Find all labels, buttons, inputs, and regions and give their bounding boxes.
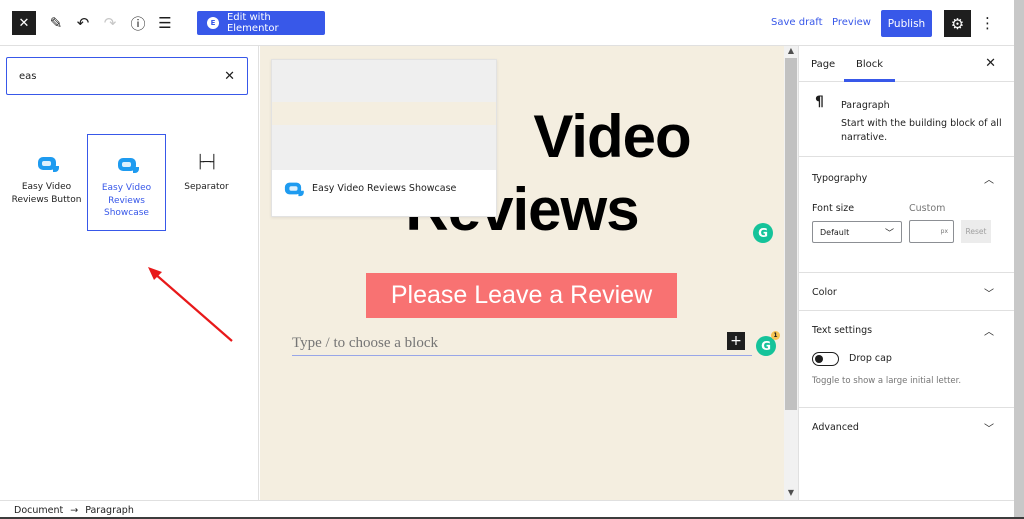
color-panel[interactable]: Color ﹀ [799,273,1014,311]
leave-review-button[interactable]: Please Leave a Review [366,273,677,318]
arrow-right-icon: → [70,504,79,516]
chevron-down-icon[interactable]: ﹀ [984,285,994,300]
video-camera-icon [117,157,139,173]
list-view-icon: ☰ [158,14,172,32]
chevron-down-icon: ﹀ [884,228,894,239]
typography-panel: Typography ︿ Font size Custom Default ﹀ … [799,157,1014,273]
grammarly-icon[interactable]: G [753,223,773,243]
chevron-up-icon[interactable]: ︿ [984,323,994,338]
canvas-scrollbar[interactable]: ▲ ▼ [784,46,798,500]
editor-header: ✕ ✎ ↶ ↷ ⓘ ☰ E Edit with Elementor Save d… [0,0,1024,46]
settings-button[interactable]: ⚙ [944,10,971,37]
typography-toggle[interactable]: Typography [812,173,867,184]
block-card: ¶ Paragraph Start with the building bloc… [799,82,1014,157]
publish-button[interactable]: Publish [881,10,932,37]
block-label: Separator [184,182,229,192]
edit-pencil-icon: ✎ [49,14,63,32]
close-sidebar-icon[interactable]: ✕ [985,56,996,71]
video-camera-icon [37,156,59,172]
reset-font-size-button[interactable]: Reset [961,220,991,243]
block-name: Paragraph [841,100,890,111]
font-size-label: Font size [812,203,855,214]
gear-icon: ⚙ [950,14,965,33]
red-arrow-annotation [148,267,233,342]
scrollbar-thumb[interactable] [785,58,797,410]
block-search: ✕ [6,57,248,95]
plus-icon: + [730,333,742,349]
more-vertical-icon: ⋮ [980,14,995,32]
text-settings-panel: Text settings ︿ Drop cap Toggle to show … [799,311,1014,408]
save-draft-button[interactable]: Save draft [771,17,823,28]
edit-with-elementor-button[interactable]: E Edit with Elementor [197,11,325,35]
elementor-label: Edit with Elementor [226,12,279,34]
add-block-button[interactable]: + [727,332,745,350]
block-search-input[interactable] [19,70,225,82]
breadcrumb-paragraph[interactable]: Paragraph [85,505,134,516]
text-settings-toggle[interactable]: Text settings [812,325,872,336]
grammarly-badge: 1 [771,331,780,340]
paragraph-block-placeholder[interactable]: Type / to choose a block [292,331,752,356]
options-button[interactable]: ⋮ [980,13,995,33]
editor-canvas: Video Reviews G Please Leave a Review Ty… [260,46,784,500]
custom-font-size-input[interactable]: px [909,220,954,243]
drop-cap-label: Drop cap [849,353,892,364]
separator-icon: ├─┤ [196,154,218,170]
redo-icon: ↷ [103,14,117,32]
tools-button[interactable]: ✎ [46,13,66,33]
block-separator[interactable]: ├─┤ Separator [167,134,246,231]
chevron-up-icon[interactable]: ︿ [984,171,994,186]
block-label: Easy Video Reviews Showcase [101,183,152,218]
close-inserter-button[interactable]: ✕ [12,11,36,35]
preview-button[interactable]: Preview [832,17,871,28]
drop-cap-help: Toggle to show a large initial letter. [812,376,962,386]
undo-button[interactable]: ↶ [73,13,93,33]
list-view-button[interactable]: ☰ [155,13,175,33]
scroll-up-icon[interactable]: ▲ [784,46,798,58]
chevron-down-icon[interactable]: ﹀ [984,420,994,435]
block-label: Easy Video Reviews Button [11,182,82,205]
color-toggle[interactable]: Color [812,287,837,298]
advanced-toggle[interactable]: Advanced [812,422,859,433]
block-easy-video-reviews-button[interactable]: Easy Video Reviews Button [7,134,86,231]
page-scrollbar[interactable] [1014,0,1024,519]
elementor-icon: E [207,17,219,29]
redo-button[interactable]: ↷ [100,13,120,33]
info-icon: ⓘ [130,14,146,33]
video-camera-icon [284,182,304,197]
custom-size-label: Custom [909,203,946,214]
details-button[interactable]: ⓘ [128,13,148,33]
breadcrumb-document[interactable]: Document [14,505,63,516]
advanced-panel[interactable]: Advanced ﹀ [799,408,1014,448]
font-size-select[interactable]: Default ﹀ [812,221,902,243]
clear-search-icon[interactable]: ✕ [224,69,235,84]
block-easy-video-reviews-showcase[interactable]: Easy Video Reviews Showcase [87,134,166,231]
undo-icon: ↶ [76,14,90,32]
drop-cap-toggle[interactable] [812,352,839,366]
paragraph-icon: ¶ [815,94,824,110]
settings-sidebar: Page Block ✕ ¶ Paragraph Start with the … [798,46,1014,500]
tab-block[interactable]: Block [843,46,896,82]
block-preview-popover: Easy Video Reviews Showcase [271,59,497,217]
tab-page[interactable]: Page [811,46,835,82]
block-description: Start with the building block of all nar… [841,118,1002,143]
scroll-down-icon[interactable]: ▼ [784,488,798,500]
close-icon: ✕ [18,15,30,31]
block-inserter-panel: ✕ Easy Video Reviews Button Easy Video R… [0,46,259,500]
grammarly-icon[interactable]: G1 [756,331,780,356]
preview-label: Easy Video Reviews Showcase [312,183,457,194]
block-preview-image [272,60,496,170]
